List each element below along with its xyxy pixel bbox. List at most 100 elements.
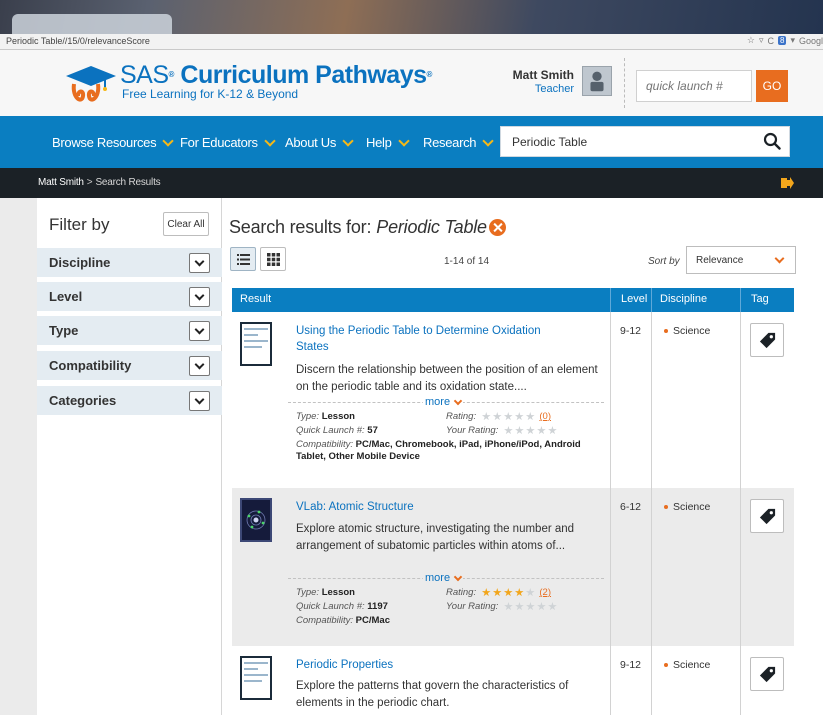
grid-view-button[interactable]: [260, 247, 286, 271]
brand-tagline: Free Learning for K-12 & Beyond: [122, 87, 299, 101]
result-discipline[interactable]: Science: [664, 659, 710, 671]
nav-browse-resources[interactable]: Browse Resources: [52, 134, 174, 150]
result-title-link[interactable]: Using the Periodic Table to Determine Ox…: [296, 323, 576, 355]
facet-level[interactable]: Level: [37, 282, 222, 311]
nav-help[interactable]: Help: [366, 134, 410, 150]
star-icon: [503, 587, 513, 597]
result-compatibility: Compatibility: PC/Mac: [296, 615, 608, 627]
star-icon: [492, 587, 502, 597]
result-description: Explore the patterns that govern the cha…: [296, 680, 569, 709]
chevron-down-icon[interactable]: [189, 321, 210, 341]
nav-item-label: Research: [423, 135, 477, 150]
site-logo[interactable]: SAS® Curriculum Pathways® Free Learning …: [64, 62, 432, 106]
browser-tab[interactable]: [12, 14, 172, 34]
breadcrumb-separator: >: [86, 177, 93, 188]
rating-count-link[interactable]: (0): [539, 411, 551, 422]
sort-select[interactable]: Relevance: [686, 246, 796, 274]
results-panel: Search results for: Periodic Table 1-14 …: [222, 198, 823, 715]
logout-icon[interactable]: [780, 176, 794, 190]
star-icon: [526, 425, 535, 435]
meta-label: Rating:: [446, 587, 477, 598]
result-discipline[interactable]: Science: [664, 325, 710, 337]
resource-thumbnail[interactable]: [240, 656, 272, 700]
list-view-button[interactable]: [230, 247, 256, 271]
facet-categories[interactable]: Categories: [37, 386, 222, 415]
clear-all-button[interactable]: Clear All: [163, 212, 209, 236]
your-rating-stars[interactable]: [504, 425, 557, 435]
column-divider: [651, 646, 652, 715]
star-icon: [515, 601, 524, 611]
tag-button[interactable]: [750, 323, 784, 357]
search-engine-badge[interactable]: 8: [777, 36, 787, 45]
resource-thumbnail[interactable]: [240, 498, 272, 542]
breadcrumb-home[interactable]: Matt Smith: [38, 177, 84, 188]
nav-for-educators[interactable]: For Educators: [180, 134, 276, 150]
table-row: VLab: Atomic Structure Explore atomic st…: [232, 488, 794, 646]
result-quick-launch: Quick Launch #: 1197: [296, 601, 388, 613]
chevron-down-icon[interactable]: [189, 356, 210, 376]
facet-label: Compatibility: [49, 358, 132, 373]
star-icon: [548, 425, 557, 435]
nav-about-us[interactable]: About Us: [285, 134, 354, 150]
nav-item-label: For Educators: [180, 135, 258, 150]
quick-launch-input[interactable]: [636, 70, 752, 102]
clear-query-icon[interactable]: [488, 219, 506, 236]
facet-compatibility[interactable]: Compatibility: [37, 351, 222, 380]
avatar[interactable]: [582, 66, 612, 96]
site-search-value[interactable]: Periodic Table: [512, 135, 587, 149]
meta-value: Lesson: [321, 587, 355, 598]
user-info[interactable]: Matt Smith Teacher: [490, 68, 574, 95]
search-engine-dropdown-icon[interactable]: ▾: [790, 35, 795, 46]
result-description: Explore atomic structure, investigating …: [296, 523, 575, 552]
site-search-input[interactable]: Periodic Table: [500, 126, 790, 157]
address-bar[interactable]: Periodic Table//15/0/relevanceScore ☆ ▿ …: [0, 34, 823, 50]
column-tag: Tag: [751, 293, 769, 305]
chevron-down-icon[interactable]: [189, 287, 210, 307]
go-button[interactable]: GO: [756, 70, 788, 102]
column-divider: [651, 312, 652, 488]
nav-item-label: About Us: [285, 135, 337, 150]
resource-thumbnail[interactable]: [240, 322, 272, 366]
address-url[interactable]: Periodic Table//15/0/relevanceScore: [6, 36, 150, 46]
nav-research[interactable]: Research: [423, 134, 494, 150]
discipline-label[interactable]: Science: [673, 325, 710, 337]
meta-label: Compatibility:: [296, 615, 354, 626]
reload-icon[interactable]: C: [767, 36, 774, 46]
star-icon: [525, 411, 535, 421]
star-icon: [492, 411, 502, 421]
your-rating-stars[interactable]: [504, 601, 557, 611]
result-rating: Rating: (2): [446, 587, 551, 599]
result-rating: Rating: (0): [446, 411, 551, 423]
discipline-label[interactable]: Science: [673, 501, 710, 513]
bookmark-star-icon[interactable]: ☆: [747, 35, 755, 46]
facet-type[interactable]: Type: [37, 316, 222, 345]
column-divider: [610, 488, 611, 646]
browser-search-input[interactable]: Googl: [799, 36, 823, 46]
chevron-down-icon[interactable]: [189, 253, 210, 273]
meta-label: Type:: [296, 587, 320, 598]
dropdown-icon[interactable]: ▿: [759, 35, 764, 46]
result-title-link[interactable]: VLab: Atomic Structure: [296, 499, 576, 515]
meta-value: 57: [367, 425, 378, 436]
result-your-rating: Your Rating:: [446, 601, 557, 613]
user-name[interactable]: Matt Smith: [490, 68, 574, 82]
user-role[interactable]: Teacher: [490, 83, 574, 95]
discipline-label[interactable]: Science: [673, 659, 710, 671]
chevron-down-icon[interactable]: [189, 391, 210, 411]
rating-count-link[interactable]: (2): [539, 587, 551, 598]
results-table-header: Result Level Discipline Tag: [232, 288, 794, 312]
tag-button[interactable]: [750, 499, 784, 533]
tag-button[interactable]: [750, 657, 784, 691]
results-query: Periodic Table: [376, 217, 487, 237]
result-discipline[interactable]: Science: [664, 501, 710, 513]
column-divider: [651, 488, 652, 646]
more-label[interactable]: more: [425, 572, 450, 584]
browser-tab-strip: [0, 0, 823, 34]
meta-label: Type:: [296, 411, 320, 422]
star-icon: [526, 601, 535, 611]
facet-label: Categories: [49, 393, 117, 408]
result-title-link[interactable]: Periodic Properties: [296, 657, 576, 673]
more-label[interactable]: more: [425, 396, 450, 408]
facet-discipline[interactable]: Discipline: [37, 248, 222, 277]
search-icon[interactable]: [763, 132, 781, 150]
